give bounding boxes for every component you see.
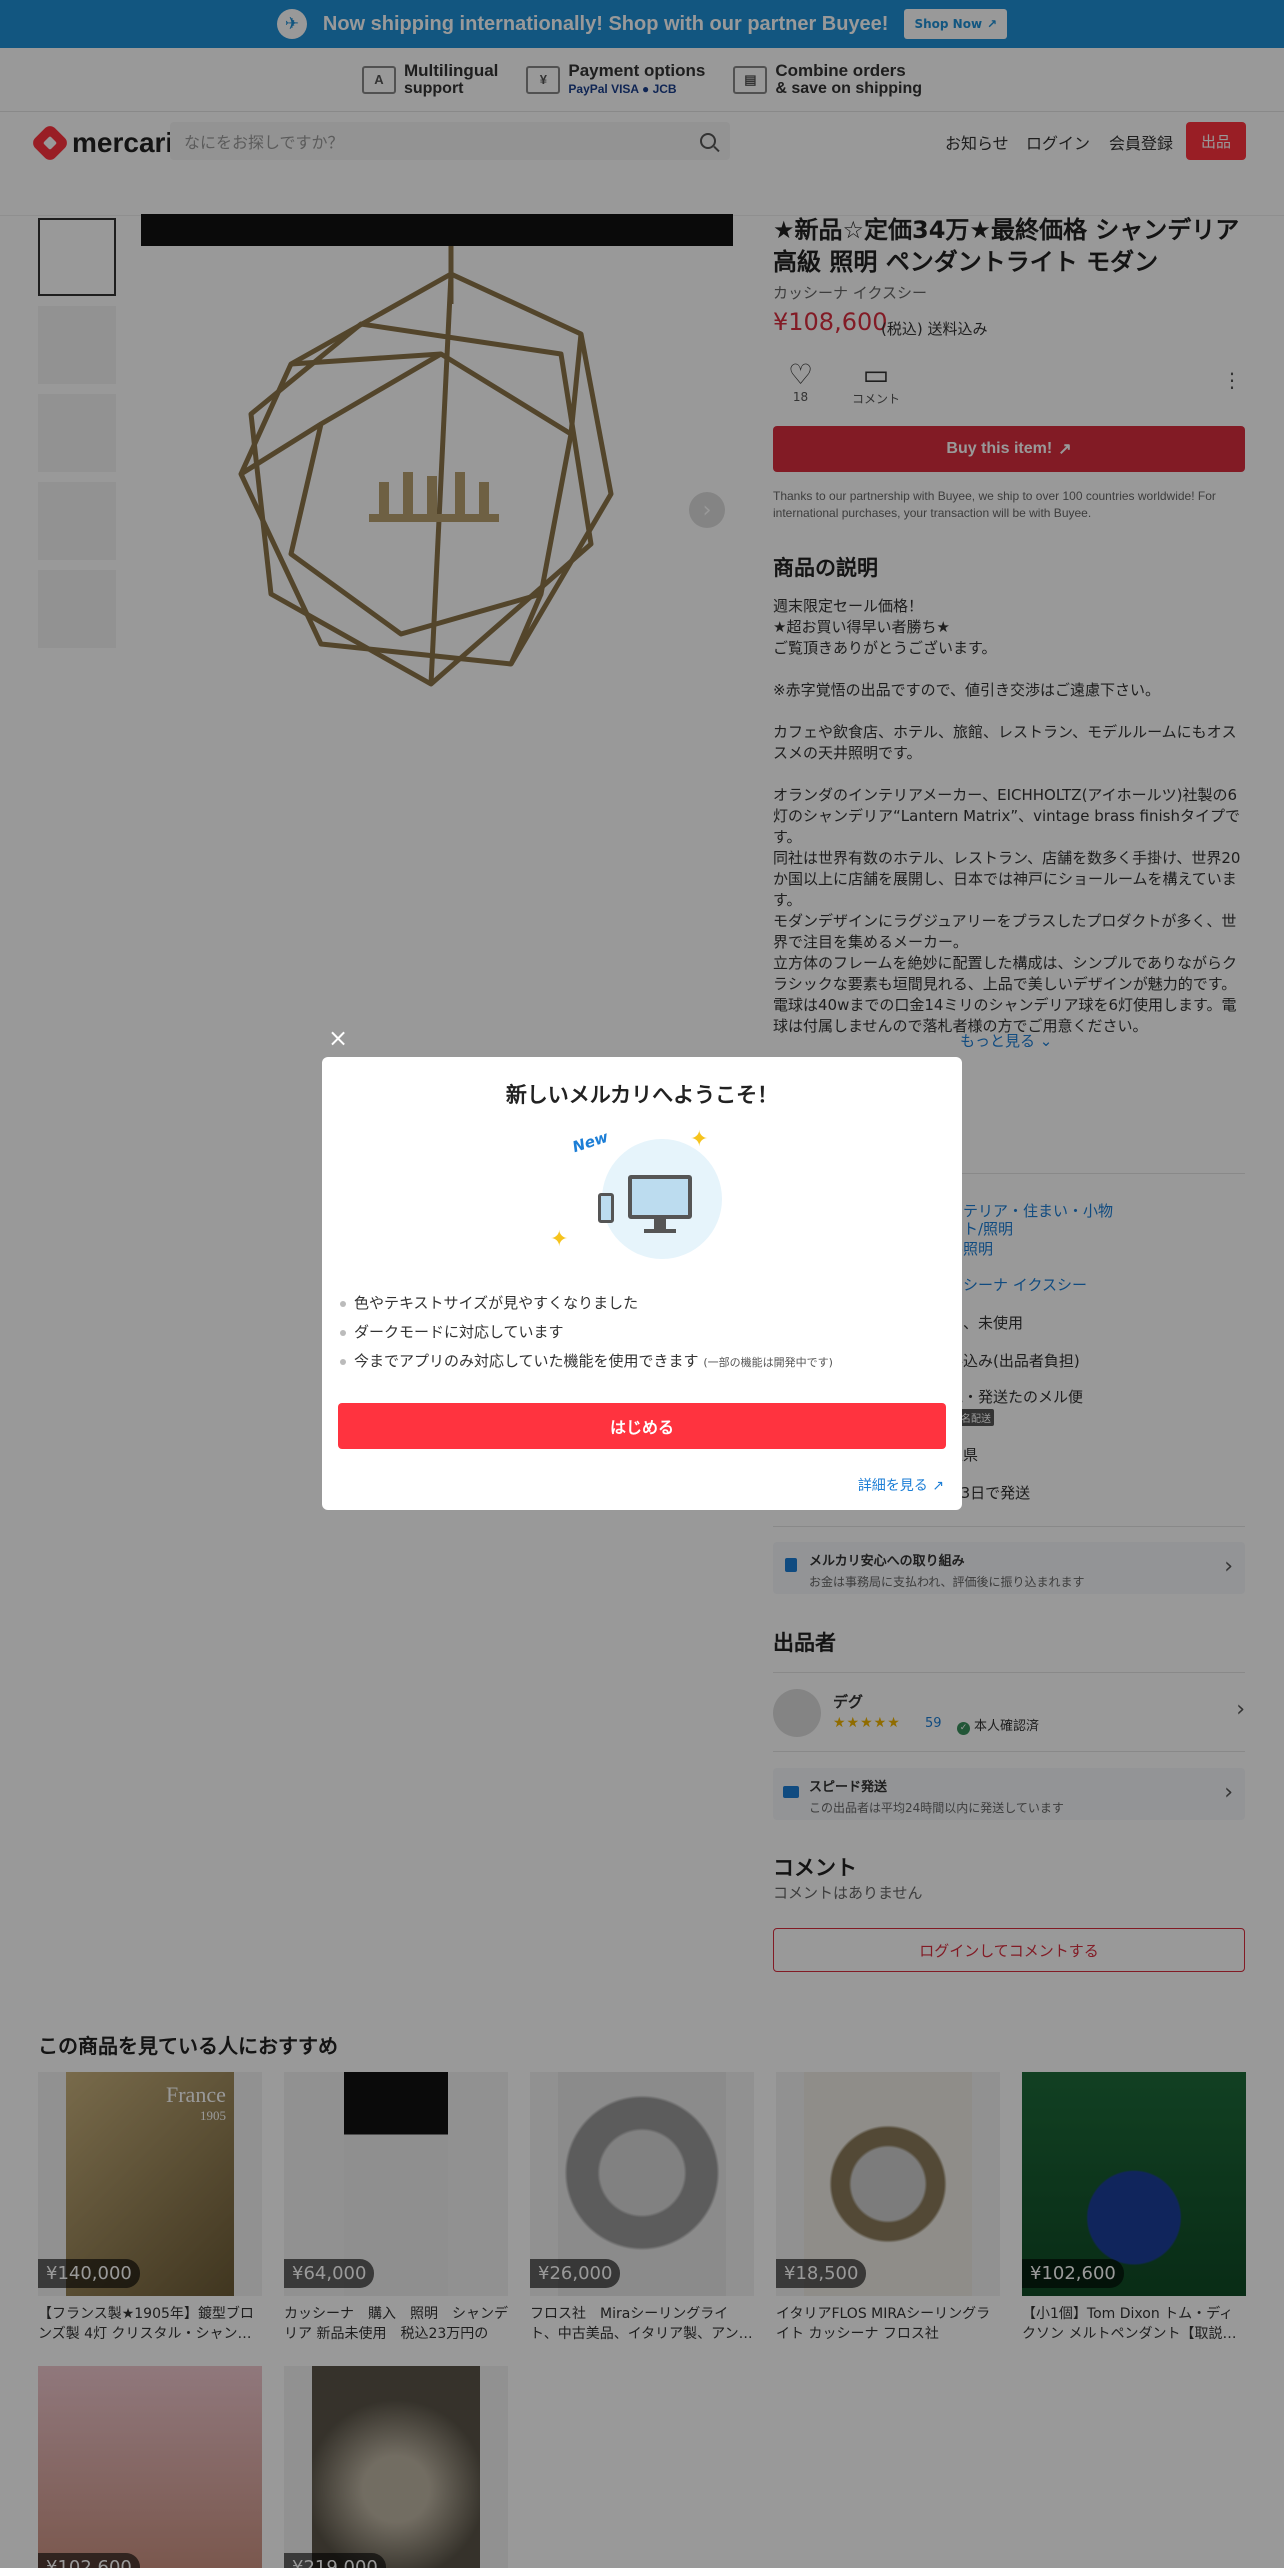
new-badge: New xyxy=(570,1127,611,1157)
feature-item: 今までアプリのみ対応していた機能を使用できます (一部の機能は開発中です) xyxy=(338,1347,938,1377)
details-link[interactable]: 詳細を見る ↗ xyxy=(858,1475,944,1495)
feature-item: ダークモードに対応しています xyxy=(338,1318,938,1347)
feature-item-text: 今までアプリのみ対応していた機能を使用できます xyxy=(354,1352,699,1370)
modal-title: 新しいメルカリへようこそ！ xyxy=(505,1083,779,1107)
feature-note: (一部の機能は開発中です) xyxy=(703,1356,833,1369)
welcome-modal: 新しいメルカリへようこそ！ New ✦ ✦ 色やテキストサイズが見やすくなりまし… xyxy=(322,1057,962,1510)
details-label: 詳細を見る xyxy=(857,1478,928,1494)
sparkle-icon: ✦ xyxy=(690,1127,709,1152)
close-icon[interactable]: × xyxy=(328,1024,348,1052)
sparkle-icon: ✦ xyxy=(550,1227,569,1252)
monitor-icon xyxy=(628,1175,692,1219)
new-devices-illustration: New ✦ ✦ xyxy=(550,1127,734,1267)
feature-list: 色やテキストサイズが見やすくなりました ダークモードに対応しています 今までアプ… xyxy=(338,1289,938,1377)
start-button[interactable]: はじめる xyxy=(338,1403,946,1449)
monitor-stand xyxy=(654,1219,666,1229)
monitor-base xyxy=(644,1229,676,1233)
smartphone-icon xyxy=(598,1193,614,1223)
feature-item: 色やテキストサイズが見やすくなりました xyxy=(338,1289,938,1318)
external-link-icon: ↗ xyxy=(932,1478,944,1494)
